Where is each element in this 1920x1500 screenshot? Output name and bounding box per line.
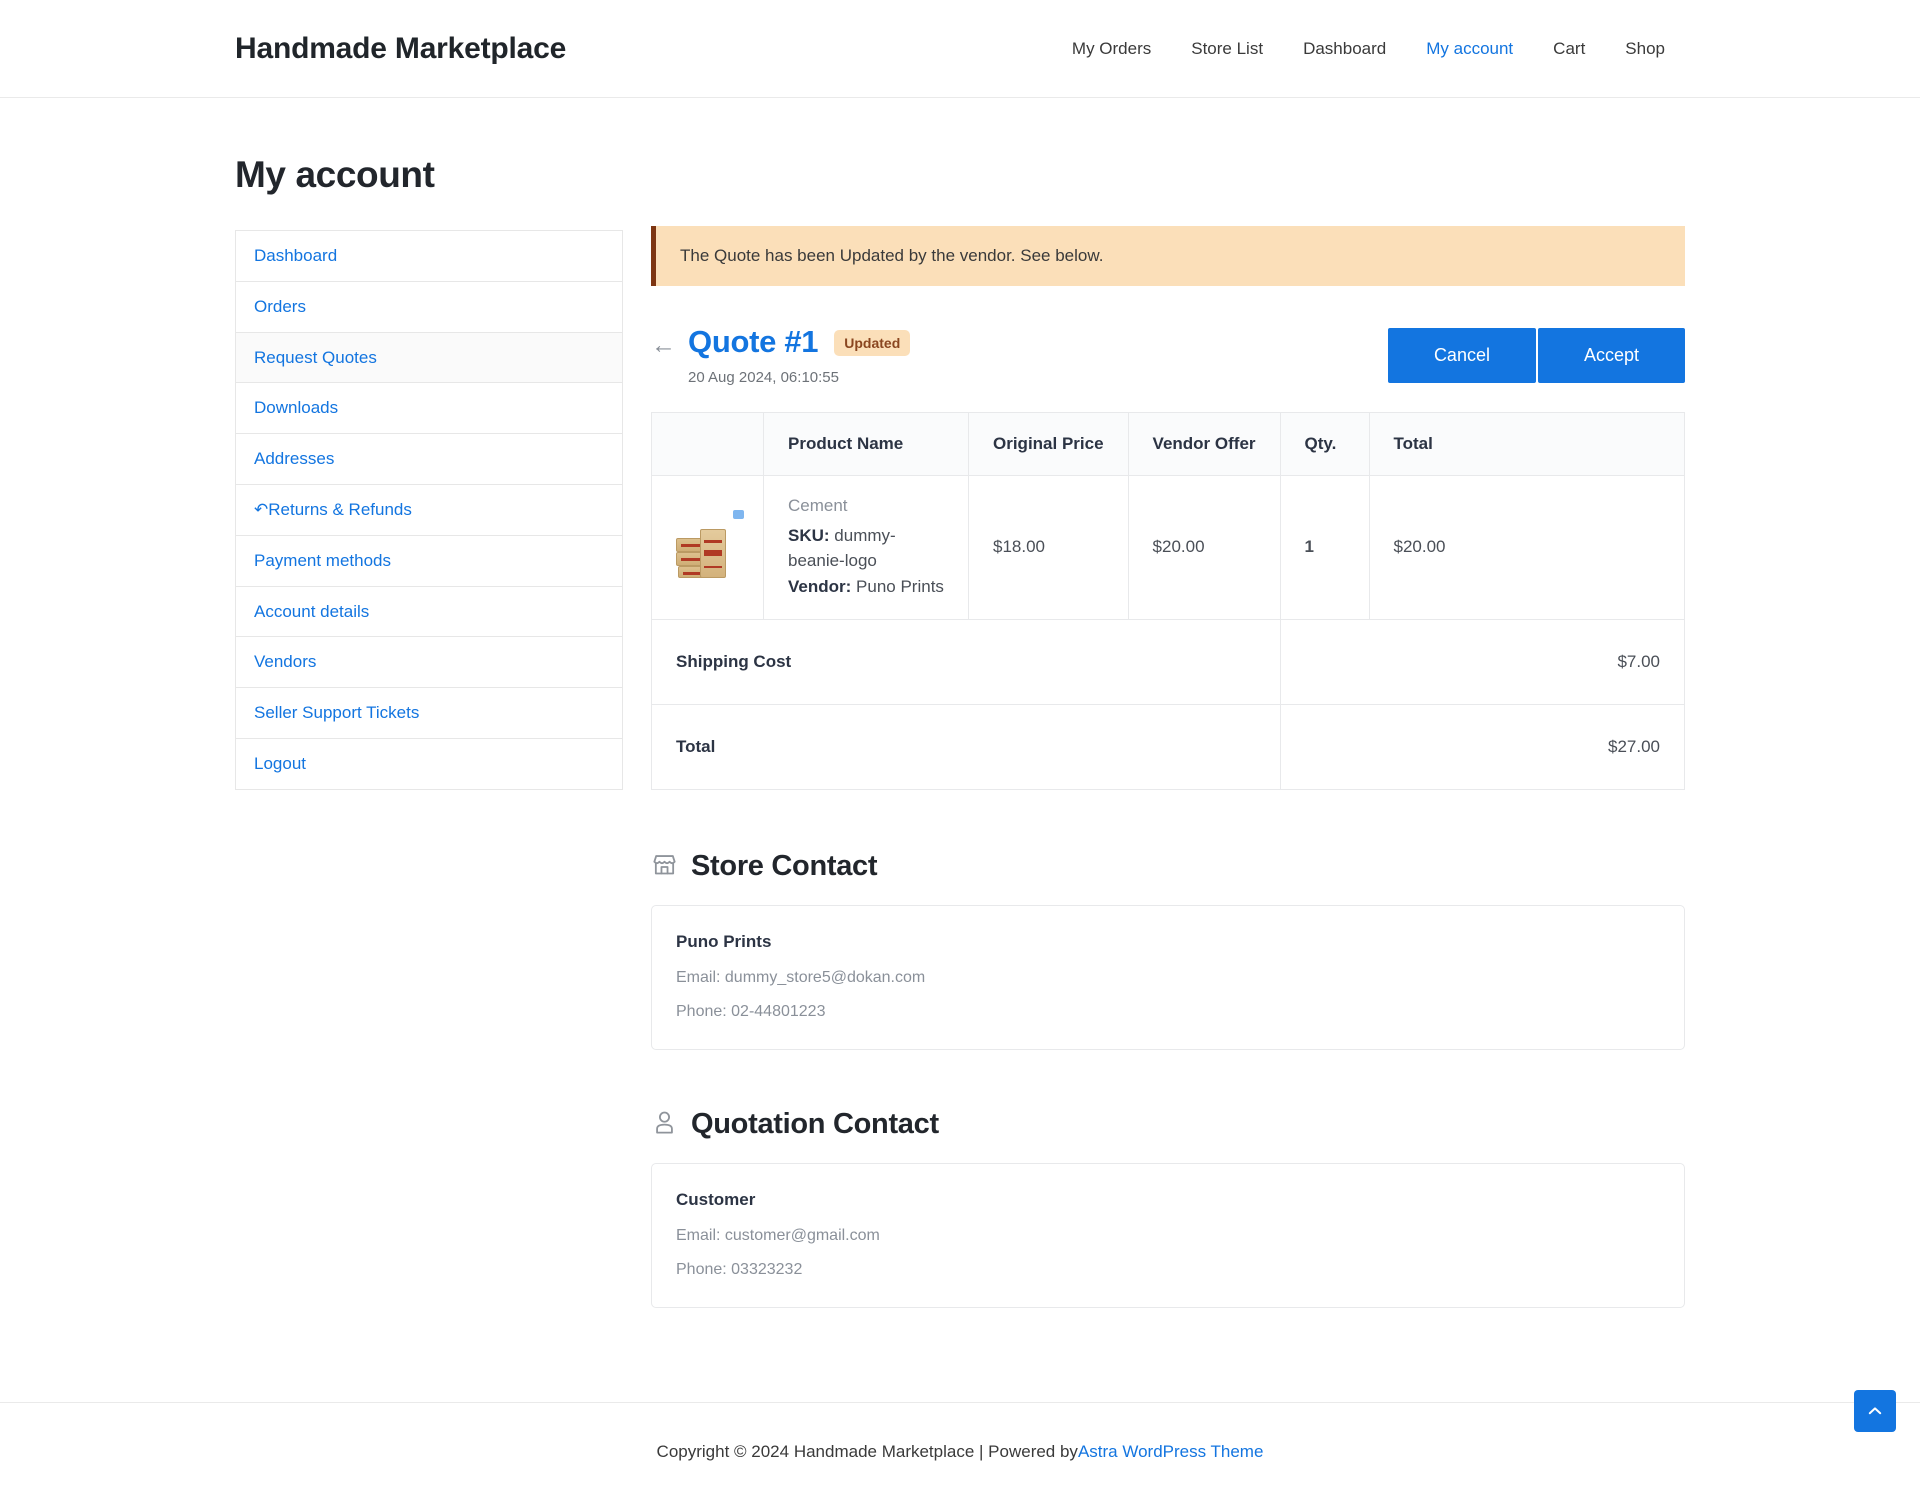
sidebar-item-addresses[interactable]: Addresses (236, 434, 622, 485)
cell-vendor-offer: $20.00 (1128, 475, 1280, 620)
quote-date: 20 Aug 2024, 06:10:55 (688, 369, 910, 386)
cell-original-price: $18.00 (969, 475, 1129, 620)
chevron-up-icon (1866, 1402, 1884, 1420)
sidebar-item-payment-methods[interactable]: Payment methods (236, 536, 622, 587)
nav-item-shop[interactable]: Shop (1605, 39, 1685, 59)
site-header: Handmade Marketplace My Orders Store Lis… (0, 0, 1920, 98)
person-icon (651, 1109, 678, 1141)
section-title: Store Contact (691, 850, 877, 883)
return-arrow-icon: ↶ (254, 498, 268, 522)
quote-title[interactable]: Quote #1 (688, 324, 818, 360)
sidebar-item-dashboard[interactable]: Dashboard (236, 231, 622, 282)
site-footer: Copyright © 2024 Handmade Marketplace | … (0, 1402, 1920, 1500)
quotation-contact-card: Customer Email: customer@gmail.com Phone… (651, 1163, 1685, 1308)
product-info-cell: Cement SKU: dummy-beanie-logo Vendor: Pu… (764, 475, 969, 620)
shipping-cost-value: $7.00 (1280, 620, 1684, 705)
store-phone: Phone: 02-44801223 (676, 1003, 1660, 1021)
bag-icon (700, 529, 726, 578)
quotation-contact-heading: Quotation Contact (651, 1108, 1685, 1141)
store-contact-heading: Store Contact (651, 850, 1685, 883)
cancel-button[interactable]: Cancel (1388, 328, 1536, 383)
status-badge: Updated (834, 330, 910, 356)
sidebar-item-seller-support-tickets[interactable]: Seller Support Tickets (236, 688, 622, 739)
cell-qty: 1 (1280, 475, 1369, 620)
accept-button[interactable]: Accept (1538, 328, 1685, 383)
product-name: Cement (788, 496, 944, 516)
main-navigation: My Orders Store List Dashboard My accoun… (1052, 39, 1685, 59)
vendor-value: Puno Prints (856, 577, 944, 596)
quote-actions: Cancel Accept (1388, 324, 1685, 383)
store-name: Puno Prints (676, 932, 1660, 952)
quote-items-table: Product Name Original Price Vendor Offer… (651, 412, 1685, 791)
column-qty: Qty. (1280, 412, 1369, 475)
sidebar-item-downloads[interactable]: Downloads (236, 383, 622, 434)
customer-phone: Phone: 03323232 (676, 1261, 1660, 1279)
sidebar-item-logout[interactable]: Logout (236, 739, 622, 790)
table-row-shipping: Shipping Cost $7.00 (652, 620, 1685, 705)
nav-item-my-orders[interactable]: My Orders (1052, 39, 1171, 59)
sku-label: SKU: (788, 526, 830, 545)
main-content: The Quote has been Updated by the vendor… (651, 226, 1685, 1366)
storefront-icon (651, 851, 678, 883)
sidebar-item-request-quotes[interactable]: Request Quotes (236, 333, 622, 384)
store-email: Email: dummy_store5@dokan.com (676, 969, 1660, 987)
thumbnail-badge-icon (733, 510, 744, 519)
account-sidebar-nav: Dashboard Orders Request Quotes Download… (235, 230, 623, 790)
nav-item-dashboard[interactable]: Dashboard (1283, 39, 1406, 59)
sidebar-item-returns-refunds[interactable]: ↶Returns & Refunds (236, 485, 622, 536)
quote-title-block: Quote #1 Updated 20 Aug 2024, 06:10:55 (688, 324, 910, 386)
content-row: Dashboard Orders Request Quotes Download… (235, 226, 1685, 1366)
sidebar-item-label: Returns & Refunds (268, 500, 412, 519)
nav-item-store-list[interactable]: Store List (1171, 39, 1283, 59)
cell-total: $20.00 (1369, 475, 1684, 620)
section-title: Quotation Contact (691, 1108, 939, 1141)
total-value: $27.00 (1280, 705, 1684, 790)
column-product-name: Product Name (764, 412, 969, 475)
vendor-label: Vendor: (788, 577, 851, 596)
store-contact-card: Puno Prints Email: dummy_store5@dokan.co… (651, 905, 1685, 1050)
quote-header: ← Quote #1 Updated 20 Aug 2024, 06:10:55… (651, 324, 1685, 386)
footer-astra-link[interactable]: Astra WordPress Theme (1078, 1442, 1264, 1462)
table-body: Cement SKU: dummy-beanie-logo Vendor: Pu… (652, 475, 1685, 790)
scroll-to-top-button[interactable] (1854, 1390, 1896, 1432)
sidebar-item-orders[interactable]: Orders (236, 282, 622, 333)
site-brand[interactable]: Handmade Marketplace (235, 32, 566, 66)
table-header: Product Name Original Price Vendor Offer… (652, 412, 1685, 475)
table-row-total: Total $27.00 (652, 705, 1685, 790)
table-header-row: Product Name Original Price Vendor Offer… (652, 412, 1685, 475)
page-title: My account (235, 154, 1685, 196)
table-row: Cement SKU: dummy-beanie-logo Vendor: Pu… (652, 475, 1685, 620)
total-label: Total (652, 705, 1281, 790)
footer-copyright: Copyright © 2024 Handmade Marketplace | … (657, 1442, 1078, 1462)
product-vendor: Vendor: Puno Prints (788, 574, 944, 600)
customer-email: Email: customer@gmail.com (676, 1227, 1660, 1245)
arrow-left-icon[interactable]: ← (651, 333, 676, 358)
nav-item-cart[interactable]: Cart (1533, 39, 1605, 59)
column-original-price: Original Price (969, 412, 1129, 475)
product-sku: SKU: dummy-beanie-logo (788, 523, 944, 574)
quote-title-row: Quote #1 Updated (688, 324, 910, 360)
column-total: Total (1369, 412, 1684, 475)
nav-item-my-account[interactable]: My account (1406, 39, 1533, 59)
sidebar-item-account-details[interactable]: Account details (236, 587, 622, 638)
column-vendor-offer: Vendor Offer (1128, 412, 1280, 475)
page-container: My account Dashboard Orders Request Quot… (0, 154, 1920, 1366)
column-thumbnail (652, 412, 764, 475)
shipping-cost-label: Shipping Cost (652, 620, 1281, 705)
customer-name: Customer (676, 1190, 1660, 1210)
quote-updated-alert: The Quote has been Updated by the vendor… (651, 226, 1685, 286)
product-thumbnail-cell (652, 475, 764, 620)
cement-bags-product-image (676, 516, 734, 578)
sidebar-item-vendors[interactable]: Vendors (236, 637, 622, 688)
